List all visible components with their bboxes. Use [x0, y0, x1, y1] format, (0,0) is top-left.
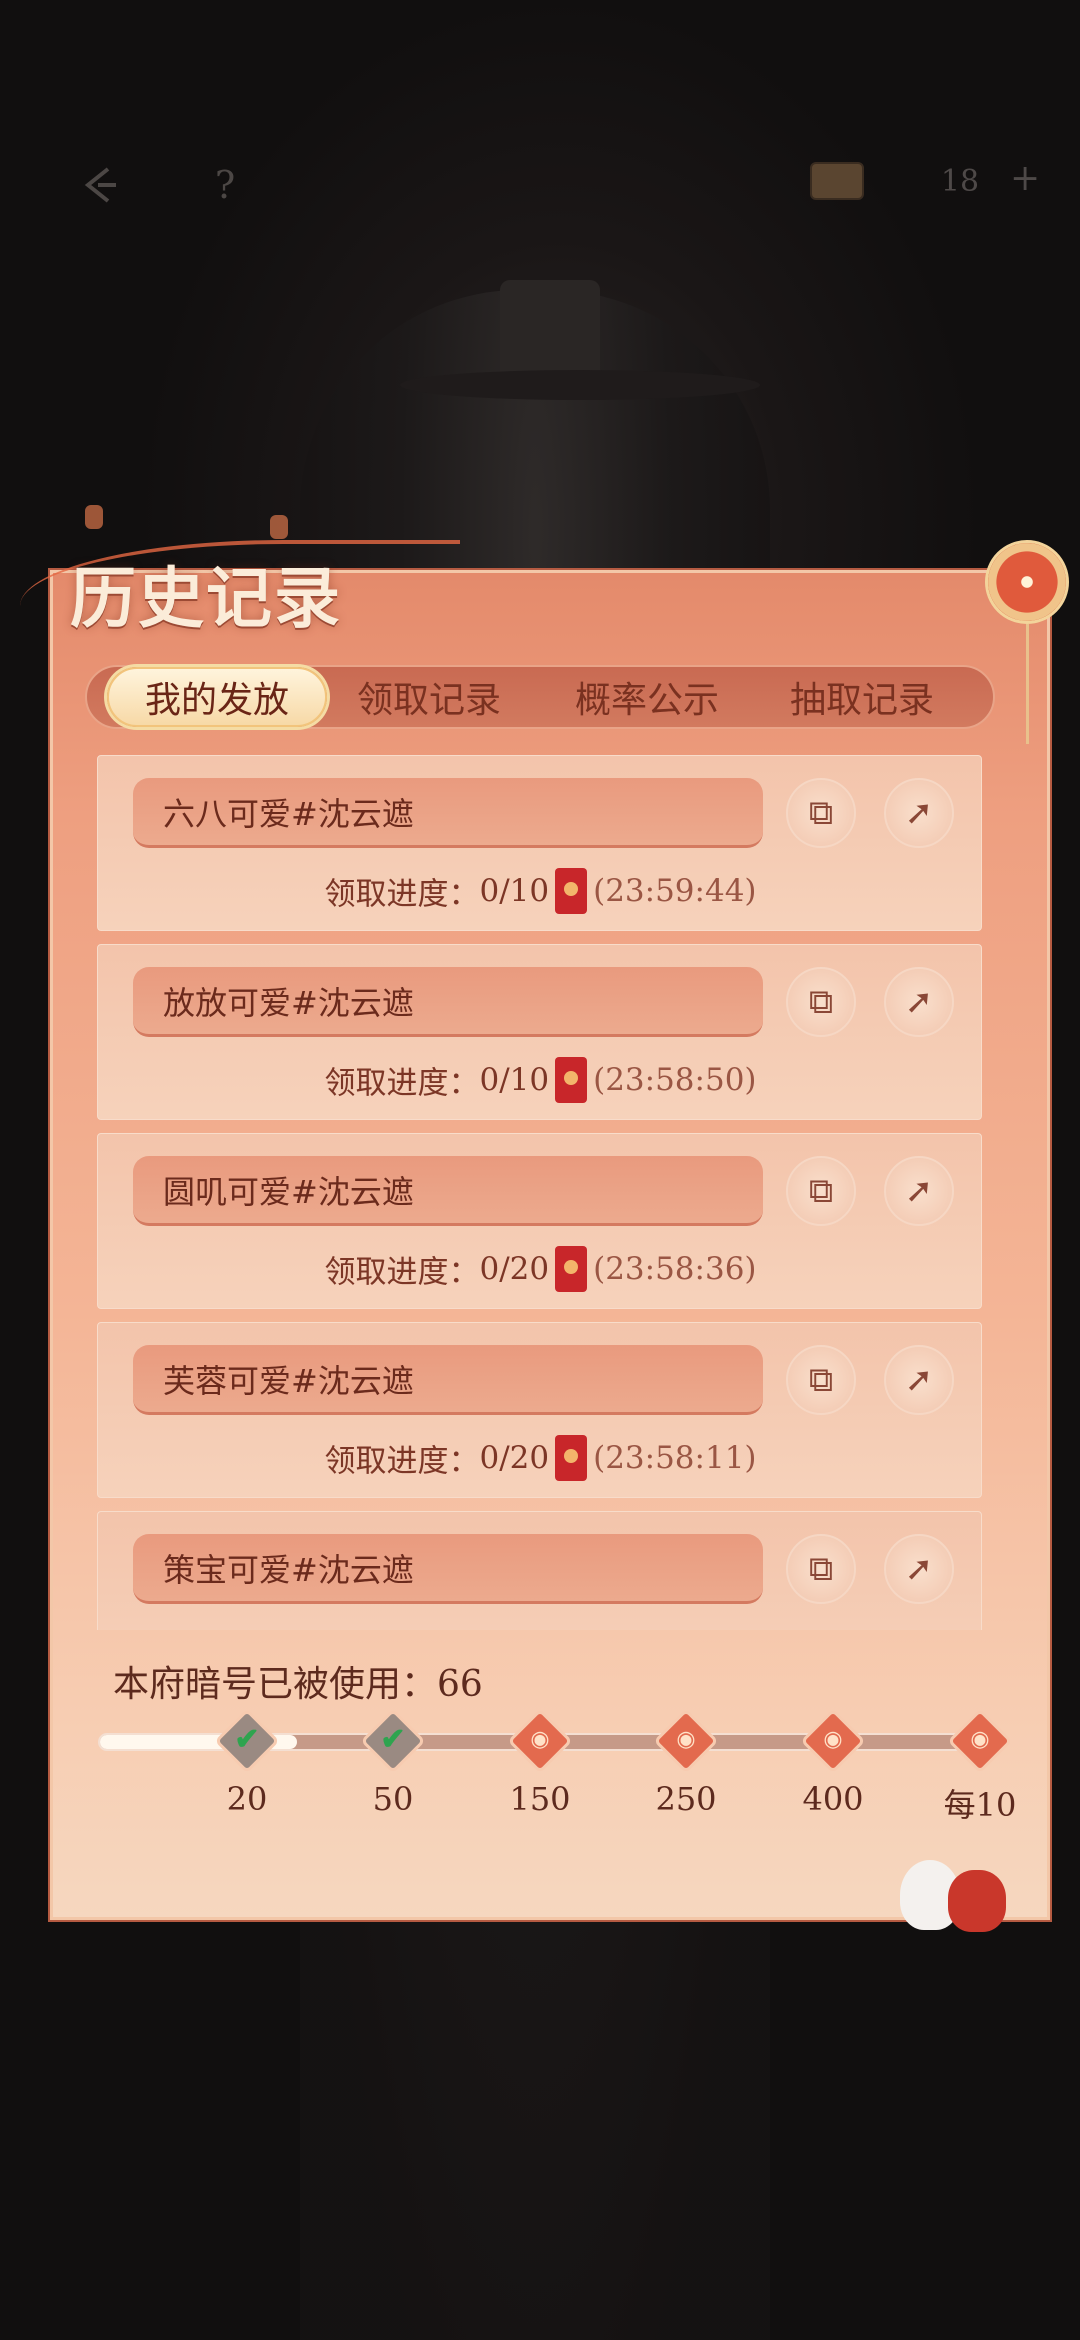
share-icon: ➚	[904, 982, 934, 1022]
red-envelope-icon	[555, 1435, 588, 1481]
milestone-label: 每10	[943, 1786, 1017, 1824]
milestone-label: 250	[655, 1780, 717, 1818]
share-icon: ➚	[904, 793, 934, 833]
share-button[interactable]: ➚	[884, 1156, 954, 1226]
record-name: 放放可爱#沈云遮	[133, 967, 763, 1037]
record-name: 策宝可爱#沈云遮	[133, 1534, 763, 1604]
progress-value: 0/20	[479, 1251, 550, 1287]
tab-probability[interactable]: 概率公示	[537, 667, 757, 727]
share-button[interactable]: ➚	[884, 778, 954, 848]
copy-icon: ⧉	[808, 1360, 834, 1400]
copy-button[interactable]: ⧉	[786, 778, 856, 848]
progress-label: 领取进度：	[324, 1065, 480, 1102]
panel-title: 历史记录	[70, 559, 342, 637]
help-icon: ?	[214, 163, 236, 207]
share-icon: ➚	[904, 1171, 934, 1211]
copy-button[interactable]: ⧉	[786, 1534, 856, 1604]
share-icon: ➚	[904, 1360, 934, 1400]
record-name: 六八可爱#沈云遮	[133, 778, 763, 848]
tab-claim-records[interactable]: 领取记录	[319, 667, 539, 727]
red-envelope-icon	[555, 1246, 588, 1292]
reward-pouch-icon: ◉	[823, 1727, 843, 1752]
close-emblem-icon[interactable]	[985, 540, 1069, 624]
top-bar: ? 18 +	[0, 150, 1080, 220]
back-button[interactable]	[65, 150, 135, 220]
copy-icon: ⧉	[808, 982, 834, 1022]
milestone-label: 150	[509, 1780, 571, 1818]
back-arrow-icon	[84, 167, 116, 203]
tab-bar: 我的发放 领取记录 概率公示 抽取记录	[85, 665, 995, 729]
mascot-with-bag	[900, 1850, 1010, 1935]
background-hat-brim	[400, 370, 760, 400]
list-item: 圆叽可爱#沈云遮 ⧉ ➚ 领取进度：0/20 (23:58:36)	[97, 1133, 982, 1309]
share-icon: ➚	[904, 1549, 934, 1589]
chest-icon	[810, 162, 864, 200]
currency-display: 18 +	[810, 158, 1050, 210]
progress-label: 领取进度：	[324, 876, 480, 913]
progress-row: 领取进度：0/20 (23:58:11)	[98, 1435, 982, 1481]
reward-pouch-icon: ◉	[676, 1727, 696, 1752]
share-button[interactable]: ➚	[884, 967, 954, 1037]
reward-pouch-icon: ◉	[970, 1727, 990, 1752]
add-currency-button[interactable]: +	[1010, 158, 1040, 199]
countdown-timer: (23:58:36)	[593, 1251, 757, 1287]
copy-icon: ⧉	[808, 1549, 834, 1589]
progress-row: 领取进度：0/10 (23:59:44)	[98, 868, 982, 914]
emblem-string	[1026, 624, 1029, 744]
countdown-timer: (23:59:44)	[593, 873, 757, 909]
red-envelope-icon	[555, 868, 588, 914]
list-item: 芙蓉可爱#沈云遮 ⧉ ➚ 领取进度：0/20 (23:58:11)	[97, 1322, 982, 1498]
countdown-timer: (23:58:11)	[593, 1440, 757, 1476]
list-item: 策宝可爱#沈云遮 ⧉ ➚	[97, 1511, 982, 1630]
red-envelope-icon	[555, 1057, 588, 1103]
lantern-decoration	[85, 505, 103, 529]
list-item: 六八可爱#沈云遮 ⧉ ➚ 领取进度：0/10 (23:59:44)	[97, 755, 982, 931]
copy-icon: ⧉	[808, 793, 834, 833]
progress-value: 0/20	[479, 1440, 550, 1476]
record-name: 圆叽可爱#沈云遮	[133, 1156, 763, 1226]
countdown-timer: (23:58:50)	[593, 1062, 757, 1098]
copy-button[interactable]: ⧉	[786, 967, 856, 1037]
progress-label: 领取进度：	[324, 1254, 480, 1291]
usage-count-label: 本府暗号已被使用：66	[113, 1664, 483, 1705]
progress-row: 领取进度：0/10 (23:58:50)	[98, 1057, 982, 1103]
progress-label: 领取进度：	[324, 1443, 480, 1480]
share-button[interactable]: ➚	[884, 1534, 954, 1604]
list-item: 放放可爱#沈云遮 ⧉ ➚ 领取进度：0/10 (23:58:50)	[97, 944, 982, 1120]
record-list[interactable]: 六八可爱#沈云遮 ⧉ ➚ 领取进度：0/10 (23:59:44) 放放可爱#沈云…	[97, 755, 982, 1630]
check-icon: ✔	[234, 1722, 260, 1757]
milestone-label: 50	[372, 1780, 414, 1818]
share-button[interactable]: ➚	[884, 1345, 954, 1415]
progress-value: 0/10	[479, 873, 550, 909]
lantern-decoration	[270, 515, 288, 539]
progress-row: 领取进度：0/20 (23:58:36)	[98, 1246, 982, 1292]
copy-button[interactable]: ⧉	[786, 1345, 856, 1415]
check-icon: ✔	[380, 1722, 406, 1757]
help-button[interactable]: ?	[190, 150, 260, 220]
milestone-label: 400	[802, 1780, 864, 1818]
copy-icon: ⧉	[808, 1171, 834, 1211]
copy-button[interactable]: ⧉	[786, 1156, 856, 1226]
progress-value: 0/10	[479, 1062, 550, 1098]
record-name: 芙蓉可爱#沈云遮	[133, 1345, 763, 1415]
currency-value: 18	[940, 164, 980, 199]
reward-pouch-icon: ◉	[530, 1727, 550, 1752]
tab-draw-records[interactable]: 抽取记录	[752, 667, 972, 727]
lucky-bag-icon	[948, 1870, 1006, 1932]
tab-my-distribution[interactable]: 我的发放	[107, 667, 327, 727]
milestone-label: 20	[226, 1780, 268, 1818]
